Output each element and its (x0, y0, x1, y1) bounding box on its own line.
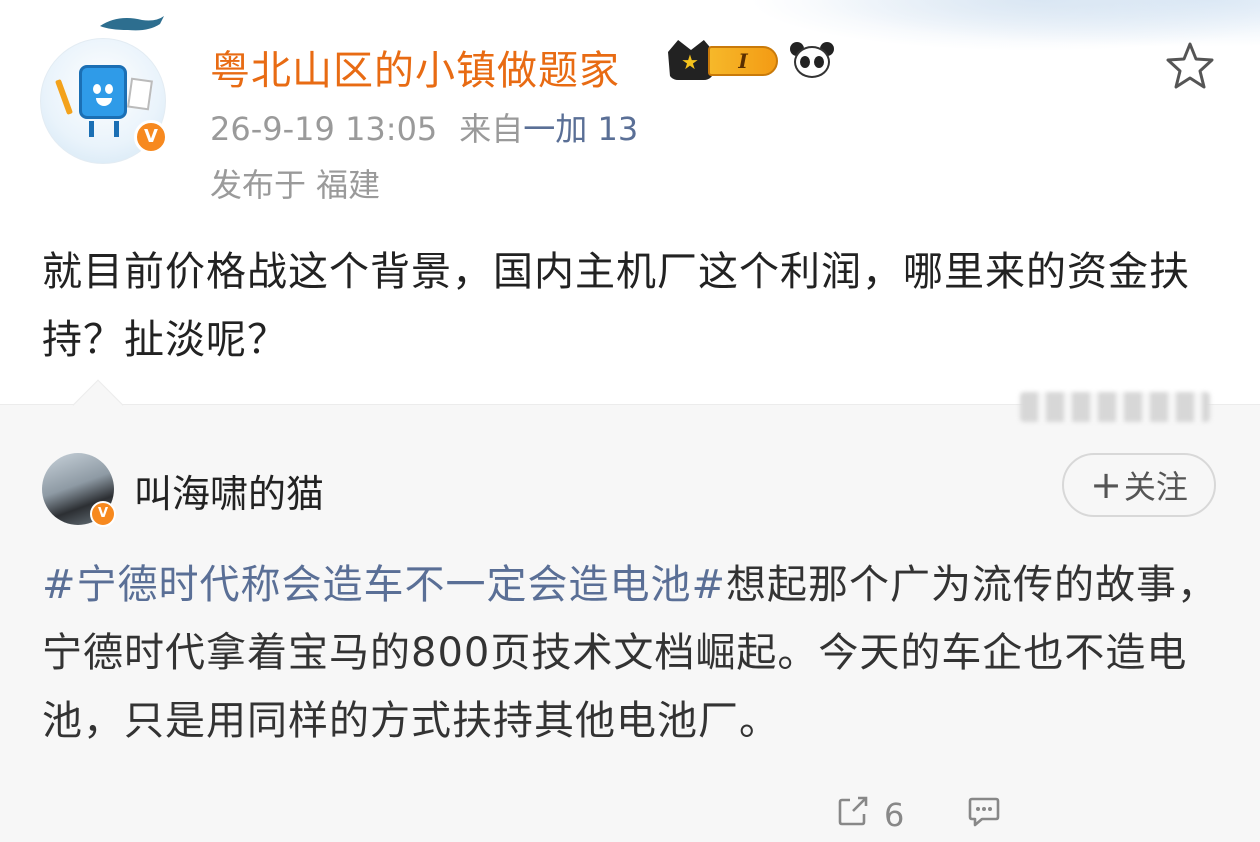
post-source-device[interactable]: 一加 13 (523, 110, 638, 148)
repost-action[interactable]: 6 (836, 793, 904, 837)
author-name[interactable]: 粤北山区的小镇做题家 (210, 38, 620, 96)
cartoon-battery-graphic (79, 65, 127, 119)
blurred-region (1020, 392, 1210, 422)
paper-graphic (127, 77, 153, 111)
reposted-body-text: #宁德时代称会造车不一定会造电池#想起那个广为流传的故事，宁德时代拿着宝马的80… (42, 551, 1232, 755)
share-icon (836, 794, 884, 836)
comment-action[interactable] (966, 793, 1016, 837)
reposted-author-name[interactable]: 叫海啸的猫 (134, 463, 324, 518)
post-body-text: 就目前价格战这个背景，国内主机厂这个利润，哪里来的资金扶持？扯淡呢？ (42, 249, 1190, 363)
post-time: 26-9-19 13:05 (210, 110, 438, 148)
follow-button[interactable]: +关注 (1062, 453, 1216, 517)
source-prefix: 来自 (459, 110, 524, 148)
author-avatar-container[interactable]: V (40, 10, 172, 164)
member-level-badge[interactable]: I (668, 40, 780, 80)
repost-count: 6 (884, 796, 905, 834)
favorite-star-icon[interactable] (1164, 40, 1216, 92)
card-pointer (72, 379, 124, 431)
plus-icon: + (1090, 463, 1122, 507)
whale-icon (98, 12, 168, 34)
verified-badge: V (134, 120, 168, 154)
weibo-post-page: V 粤北山区的小镇做题家 I 26-9-19 13:05 来自一加 13 发布于 … (0, 0, 1260, 842)
level-label: I (708, 46, 778, 76)
pencil-graphic (55, 79, 73, 115)
post-meta: 26-9-19 13:05 来自一加 13 (210, 104, 638, 150)
hashtag-link[interactable]: #宁德时代称会造车不一定会造电池# (42, 562, 726, 608)
follow-label: 关注 (1123, 468, 1188, 506)
reposted-card[interactable]: V 叫海啸的猫 +关注 #宁德时代称会造车不一定会造电池#想起那个广为流传的故事… (0, 379, 1260, 842)
comment-icon (966, 793, 1016, 837)
panda-icon[interactable] (790, 40, 834, 80)
reposted-verified-badge: V (90, 501, 116, 527)
post-location: 发布于 福建 (210, 166, 381, 204)
